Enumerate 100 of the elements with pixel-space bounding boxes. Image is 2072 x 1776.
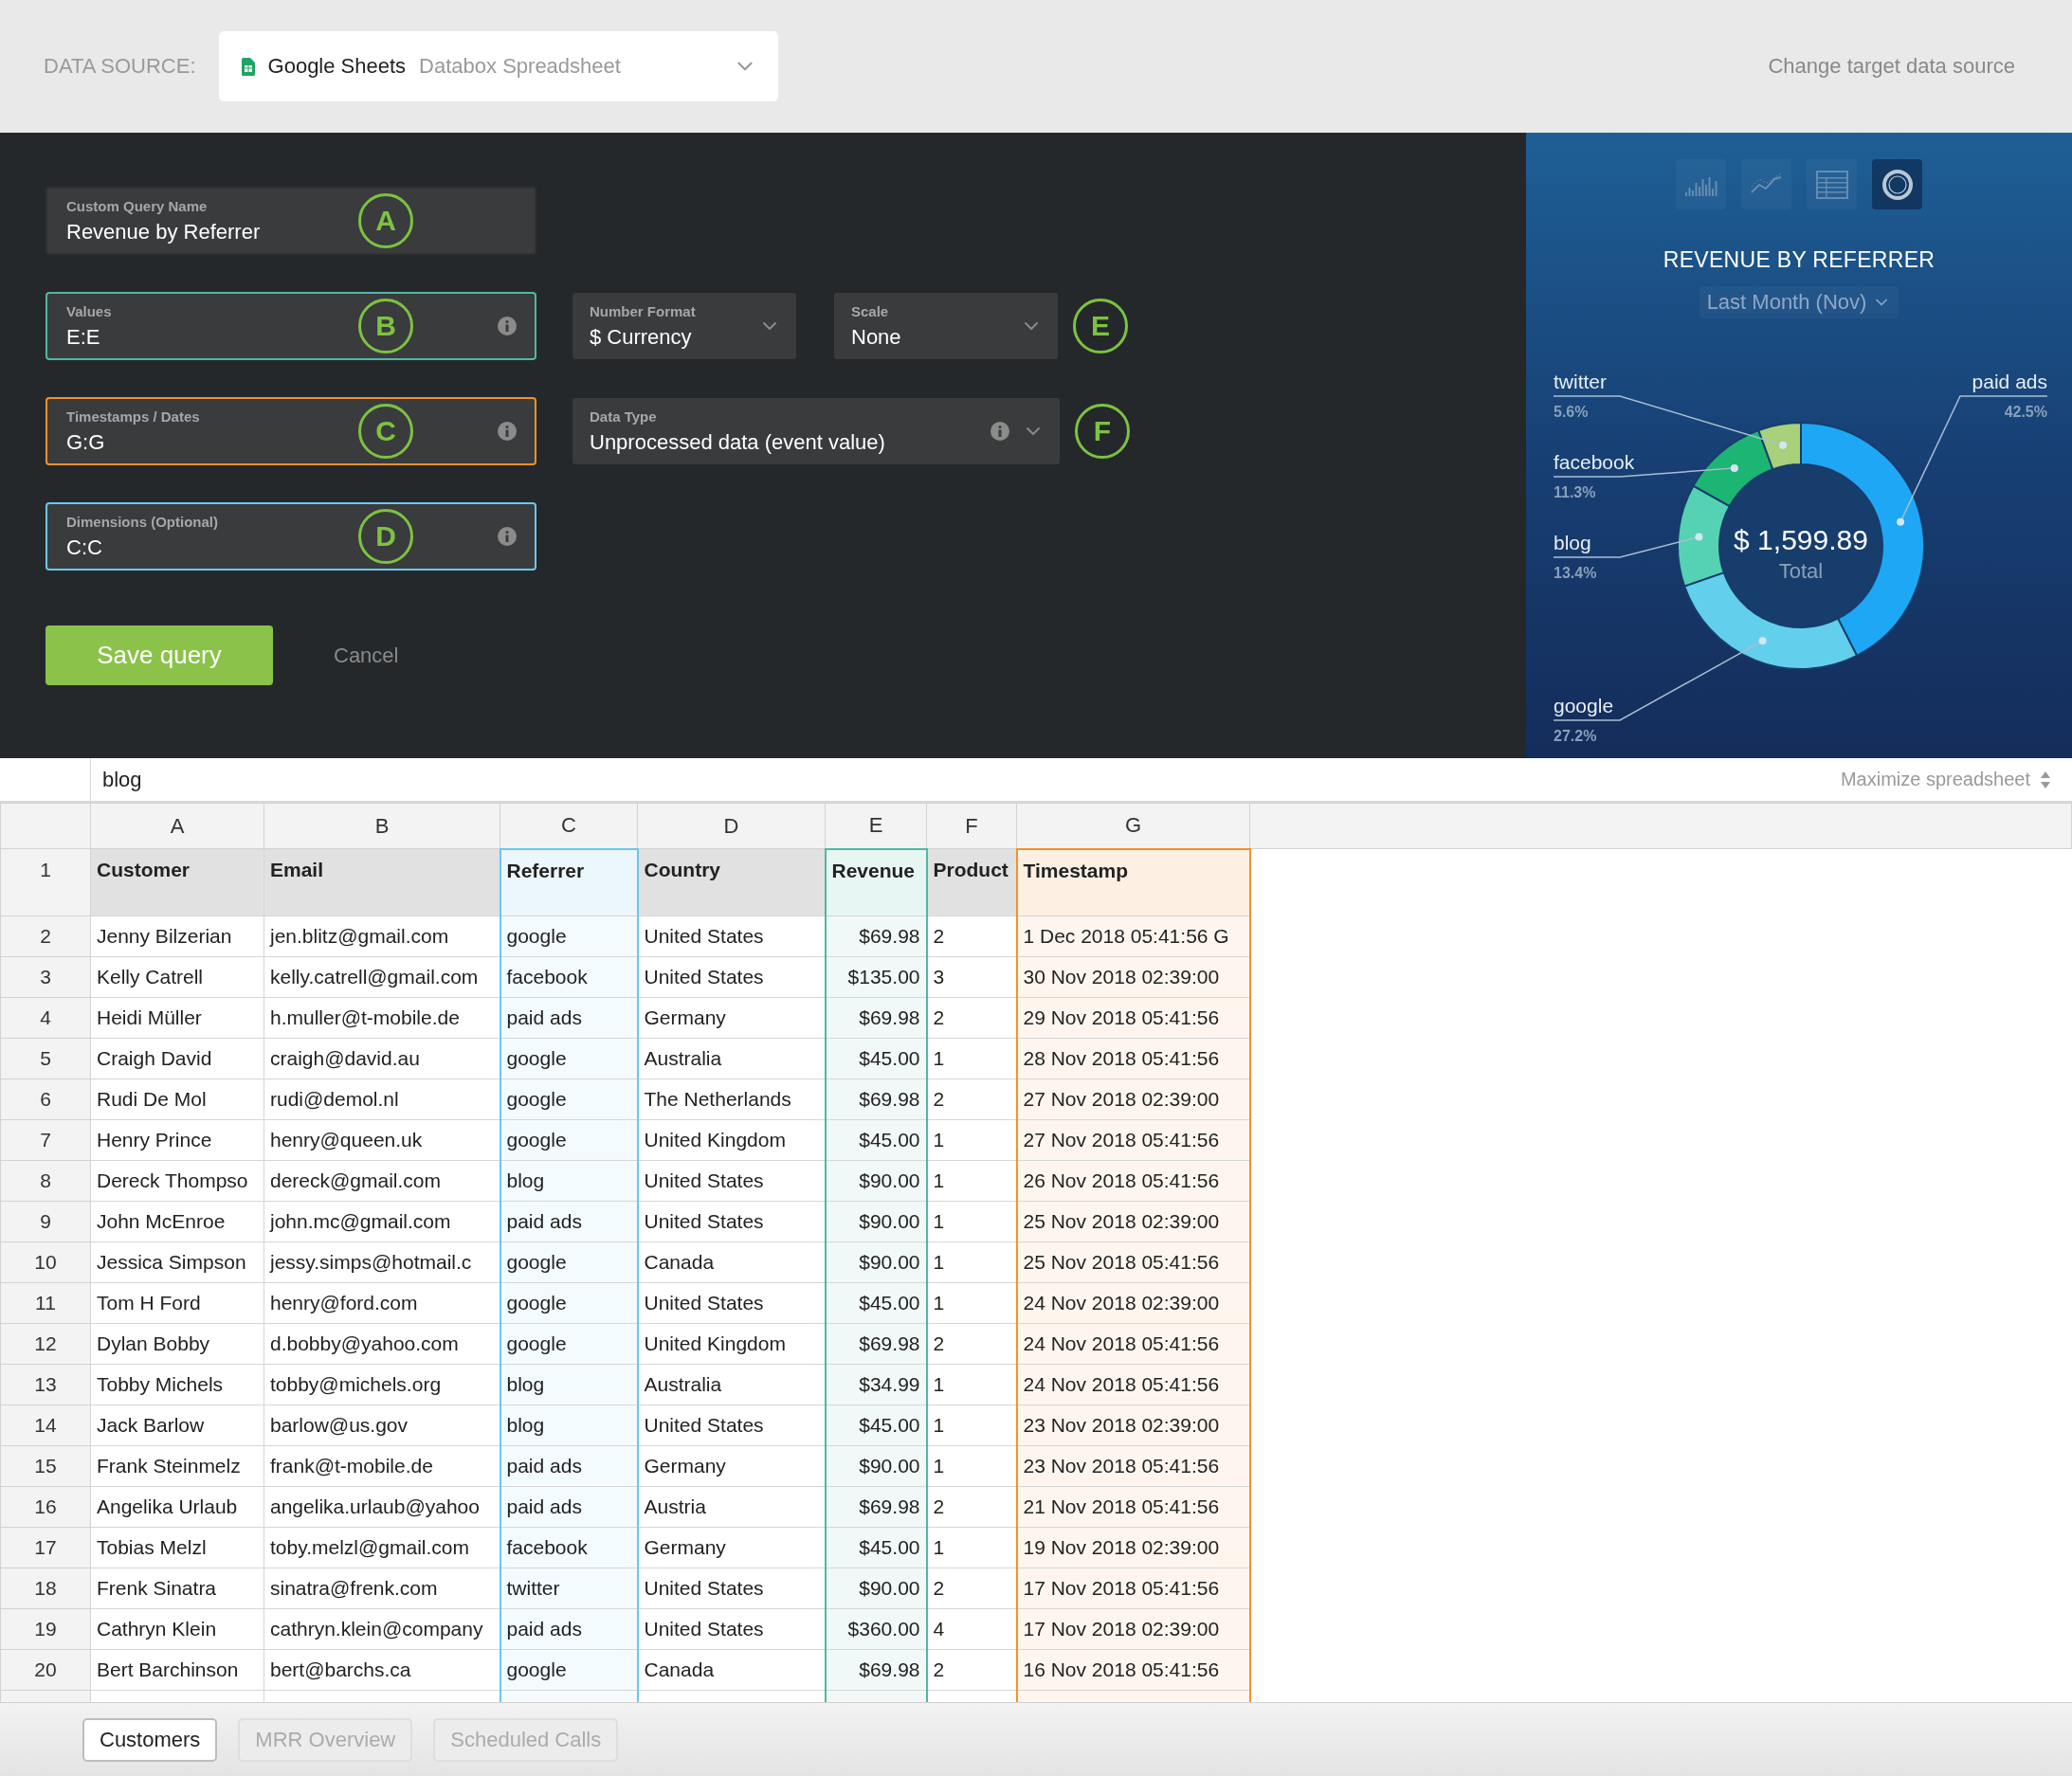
input-field[interactable]: Custom Query Name Revenue by Referrer A bbox=[45, 187, 536, 255]
table-cell: paid ads bbox=[500, 1486, 638, 1528]
slice-label: facebook bbox=[1554, 451, 1635, 473]
row-number: 12 bbox=[0, 1323, 91, 1365]
input-field[interactable]: Timestamps / Dates G:G C bbox=[45, 397, 536, 465]
table-cell: 2 bbox=[926, 1323, 1017, 1365]
info-icon bbox=[497, 316, 518, 336]
table-cell: United States bbox=[637, 1608, 826, 1650]
field-label: Data Type bbox=[590, 408, 658, 425]
dropdown-field[interactable]: Number Format $ Currency bbox=[573, 293, 796, 359]
table-cell: Craigh David bbox=[90, 1038, 264, 1079]
table-cell: 26 Nov 2018 05:41:56 bbox=[1016, 1160, 1250, 1202]
table-cell: 2 bbox=[926, 1568, 1017, 1609]
table-cell: google bbox=[500, 1038, 638, 1079]
table-cell: Tobias Melzl bbox=[90, 1527, 264, 1568]
slice-value-label: 13.4% bbox=[1554, 565, 1597, 581]
cancel-button[interactable]: Cancel bbox=[334, 643, 399, 668]
table-cell: $45.00 bbox=[825, 1119, 927, 1161]
table-cell: Revenue bbox=[825, 848, 927, 916]
table-cell: bert@barchs.ca bbox=[264, 1649, 500, 1691]
slice-value-label: 42.5% bbox=[2004, 404, 2047, 420]
table-cell: Referrer bbox=[500, 848, 638, 916]
table-cell: Product bbox=[926, 848, 1017, 916]
info-icon bbox=[497, 526, 518, 547]
table-cell: john.mc@gmail.com bbox=[264, 1201, 500, 1242]
table-cell: $69.98 bbox=[825, 1486, 927, 1528]
table-cell: 16 Nov 2018 05:41:56 bbox=[1016, 1649, 1250, 1691]
column-header[interactable]: C bbox=[500, 803, 638, 849]
table-cell: Frank Steinmelz bbox=[90, 1445, 264, 1487]
table-cell: 24 Nov 2018 05:41:56 bbox=[1016, 1364, 1250, 1405]
dropdown-field[interactable]: Scale None bbox=[834, 293, 1058, 359]
table-cell: sinatra@frenk.com bbox=[264, 1568, 500, 1609]
row-number: 20 bbox=[0, 1649, 91, 1691]
table-cell: Bert Barchinson bbox=[90, 1649, 264, 1691]
row-number: 4 bbox=[0, 997, 91, 1039]
table-cell: 1 Dec 2018 05:41:56 G bbox=[1016, 915, 1250, 957]
field-value: G:G bbox=[66, 429, 106, 455]
table-cell: 2 bbox=[926, 1649, 1017, 1691]
row-number: 14 bbox=[0, 1404, 91, 1446]
table-cell: facebook bbox=[500, 1527, 638, 1568]
row-number: 19 bbox=[0, 1608, 91, 1650]
table-cell: United States bbox=[637, 1404, 826, 1446]
slice-label: blog bbox=[1554, 532, 1591, 553]
table-cell: Germany bbox=[637, 1527, 826, 1568]
table-cell: United States bbox=[637, 956, 826, 998]
row-number: 6 bbox=[0, 1078, 91, 1120]
chart-type-button[interactable] bbox=[1872, 159, 1922, 209]
table-cell: 1 bbox=[926, 1404, 1017, 1446]
table-cell: 3 bbox=[926, 956, 1017, 998]
slice-label: google bbox=[1554, 695, 1614, 716]
row-number: 10 bbox=[0, 1241, 91, 1283]
table-cell: google bbox=[500, 1649, 638, 1691]
table-cell: 1 bbox=[926, 1038, 1017, 1079]
table-cell: 1 bbox=[926, 1364, 1017, 1405]
column-header[interactable]: D bbox=[637, 803, 826, 849]
table-cell: 2 bbox=[926, 1486, 1017, 1528]
info-icon bbox=[990, 421, 1010, 442]
data-source-dropdown[interactable]: Google Sheets Databox Spreadsheet bbox=[218, 31, 778, 101]
field-label: Dimensions (Optional) bbox=[66, 513, 219, 530]
table-cell: Heidi Müller bbox=[90, 997, 264, 1039]
dropdown-field[interactable]: Data Type Unprocessed data (event value) bbox=[573, 398, 1060, 464]
table-cell: $90.00 bbox=[825, 1241, 927, 1283]
column-header[interactable]: E bbox=[825, 803, 927, 849]
field-label: Custom Query Name bbox=[66, 197, 209, 214]
sheet-tab[interactable]: Customers bbox=[82, 1717, 218, 1762]
table-cell: 2 bbox=[926, 997, 1017, 1039]
row-number: 13 bbox=[0, 1364, 91, 1405]
table-cell: google bbox=[500, 1241, 638, 1283]
row-number: 9 bbox=[0, 1201, 91, 1242]
table-cell: toby.melzl@gmail.com bbox=[264, 1527, 500, 1568]
input-field[interactable]: Dimensions (Optional) C:C D bbox=[45, 502, 536, 571]
column-header[interactable]: B bbox=[264, 803, 500, 849]
table-cell: The Netherlands bbox=[637, 1078, 826, 1120]
table-cell: United States bbox=[637, 1201, 826, 1242]
table-cell: frank@t-mobile.de bbox=[264, 1445, 500, 1487]
callout-marker: B bbox=[358, 299, 413, 353]
column-header[interactable]: G bbox=[1016, 803, 1250, 849]
table-cell: 24 Nov 2018 05:41:56 bbox=[1016, 1323, 1250, 1365]
table-cell: $90.00 bbox=[825, 1568, 927, 1609]
table-cell: Henry Prince bbox=[90, 1119, 264, 1161]
table-cell: Australia bbox=[637, 1038, 826, 1079]
table-cell: $90.00 bbox=[825, 1201, 927, 1242]
column-header[interactable]: F bbox=[926, 803, 1017, 849]
field-value: Revenue by Referrer bbox=[66, 219, 262, 245]
table-cell: 25 Nov 2018 02:39:00 bbox=[1016, 1201, 1250, 1242]
table-cell: angelika.urlaub@yahoo bbox=[264, 1486, 500, 1528]
table-cell: 1 bbox=[926, 1201, 1017, 1242]
table-cell: 28 Nov 2018 05:41:56 bbox=[1016, 1038, 1250, 1079]
table-cell: 1 bbox=[926, 1282, 1017, 1324]
column-header[interactable]: A bbox=[90, 803, 264, 849]
table-cell: google bbox=[500, 1323, 638, 1365]
slice-label: twitter bbox=[1554, 371, 1607, 392]
table-cell: 23 Nov 2018 02:39:00 bbox=[1016, 1404, 1250, 1446]
table-cell: $45.00 bbox=[825, 1527, 927, 1568]
chart-title: REVENUE BY REFERRER bbox=[1663, 247, 1936, 273]
table-cell: Austria bbox=[637, 1486, 826, 1528]
row-number: 3 bbox=[0, 956, 91, 998]
table-cell: Cathryn Klein bbox=[90, 1608, 264, 1650]
input-field[interactable]: Values E:E B bbox=[45, 292, 536, 360]
table-cell: $69.98 bbox=[825, 1323, 927, 1365]
